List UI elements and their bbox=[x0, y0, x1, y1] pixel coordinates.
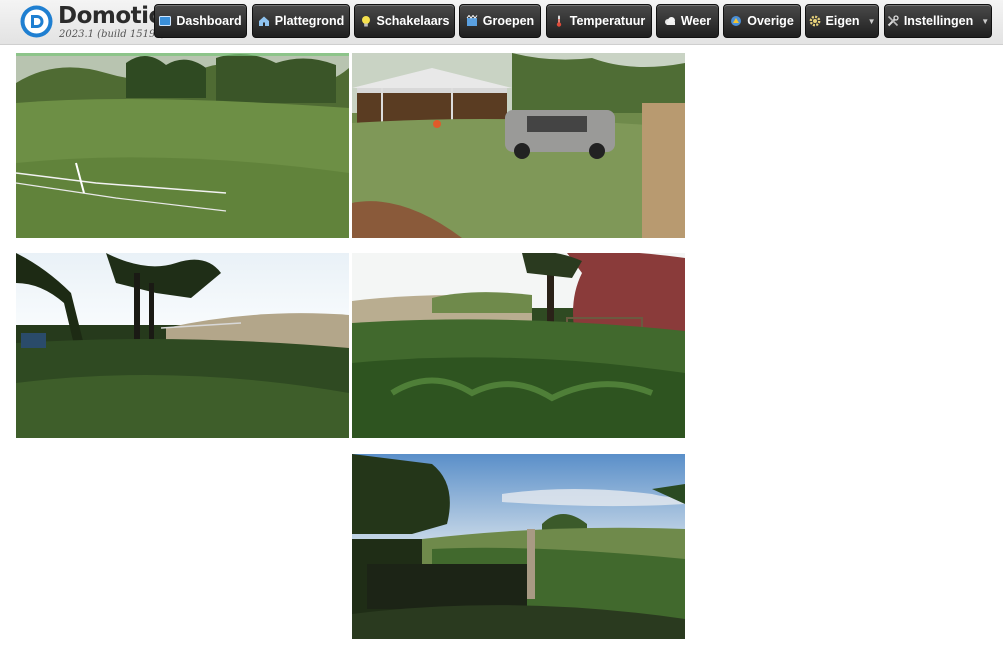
camera-4-image bbox=[352, 253, 685, 438]
nav-utility-button[interactable]: Overige bbox=[723, 4, 801, 38]
nav-temperature-label: Temperatuur bbox=[569, 14, 646, 28]
nav-dashboard-label: Dashboard bbox=[176, 14, 242, 28]
lightbulb-icon bbox=[360, 15, 372, 27]
nav-switches-button[interactable]: Schakelaars bbox=[354, 4, 455, 38]
nav-switches-label: Schakelaars bbox=[376, 14, 450, 28]
nav-utility-label: Overige bbox=[747, 14, 794, 28]
nav-weather-label: Weer bbox=[680, 14, 712, 28]
camera-feed-2[interactable] bbox=[352, 53, 685, 238]
camera-2-image bbox=[352, 53, 685, 238]
gear-icon bbox=[809, 15, 821, 27]
camera-3-image bbox=[16, 253, 349, 438]
nav-groups-button[interactable]: Groepen bbox=[459, 4, 541, 38]
chevron-down-icon: ▼ bbox=[867, 16, 876, 26]
chevron-down-icon: ▼ bbox=[981, 16, 990, 26]
dashboard-icon bbox=[159, 15, 172, 27]
cloud-icon bbox=[664, 15, 676, 27]
thermometer-icon bbox=[553, 15, 565, 27]
camera-feed-4[interactable] bbox=[352, 253, 685, 438]
main-nav: Dashboard Plattegrond Schakelaars Groepe… bbox=[0, 4, 1003, 40]
nav-weather-button[interactable]: Weer bbox=[656, 4, 719, 38]
tools-icon bbox=[887, 15, 899, 27]
scene-icon bbox=[466, 15, 478, 27]
camera-feed-3[interactable] bbox=[16, 253, 349, 438]
nav-groups-label: Groepen bbox=[482, 14, 535, 28]
camera-1-image bbox=[16, 53, 349, 238]
top-navbar: Domoticz 2023.1 (build 15198) Dashboard … bbox=[0, 0, 1003, 45]
camera-feed-1[interactable] bbox=[16, 53, 349, 238]
camera-5-image bbox=[352, 454, 685, 639]
camera-feed-5[interactable] bbox=[352, 454, 685, 639]
nav-settings-label: Instellingen bbox=[903, 14, 974, 28]
nav-dashboard-button[interactable]: Dashboard bbox=[154, 4, 247, 38]
nav-temperature-button[interactable]: Temperatuur bbox=[546, 4, 652, 38]
nav-custom-button[interactable]: Eigen ▼ bbox=[805, 4, 879, 38]
nav-custom-label: Eigen bbox=[825, 14, 860, 28]
nav-settings-button[interactable]: Instellingen ▼ bbox=[884, 4, 992, 38]
nav-floorplan-button[interactable]: Plattegrond bbox=[252, 4, 350, 38]
nav-floorplan-label: Plattegrond bbox=[274, 14, 345, 28]
house-icon bbox=[258, 15, 270, 27]
utility-icon bbox=[730, 15, 742, 27]
